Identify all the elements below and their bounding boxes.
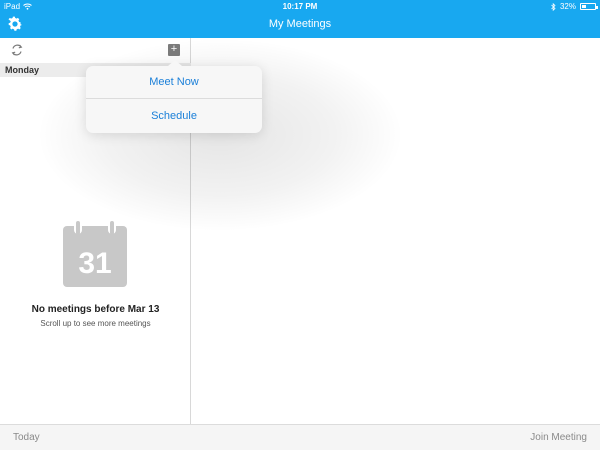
schedule-button[interactable]: Schedule bbox=[86, 100, 262, 133]
calendar-icon: 31 bbox=[63, 219, 127, 287]
list-toolbar: + bbox=[0, 38, 191, 63]
page-title: My Meetings bbox=[268, 18, 332, 30]
status-right: 32% bbox=[551, 2, 598, 11]
bluetooth-icon bbox=[551, 2, 556, 11]
bottom-toolbar: Today Join Meeting bbox=[0, 424, 600, 450]
plus-icon: + bbox=[170, 43, 178, 55]
sync-icon[interactable] bbox=[10, 43, 24, 57]
add-meeting-button[interactable]: + bbox=[168, 43, 180, 56]
empty-state-title: No meetings before Mar 13 bbox=[31, 304, 160, 315]
top-bar: iPad 10:17 PM 32% My Meetings bbox=[0, 0, 600, 38]
status-bar: iPad 10:17 PM 32% bbox=[0, 0, 600, 12]
new-meeting-popover: Meet Now Schedule bbox=[86, 60, 262, 133]
battery-icon bbox=[580, 3, 598, 10]
status-time: 10:17 PM bbox=[282, 2, 318, 11]
today-button[interactable]: Today bbox=[13, 432, 40, 443]
meet-now-button[interactable]: Meet Now bbox=[86, 66, 262, 99]
empty-state-subtitle: Scroll up to see more meetings bbox=[40, 319, 151, 328]
calendar-day-number: 31 bbox=[78, 247, 111, 280]
join-meeting-button[interactable]: Join Meeting bbox=[530, 432, 587, 443]
battery-percent: 32% bbox=[559, 2, 576, 11]
